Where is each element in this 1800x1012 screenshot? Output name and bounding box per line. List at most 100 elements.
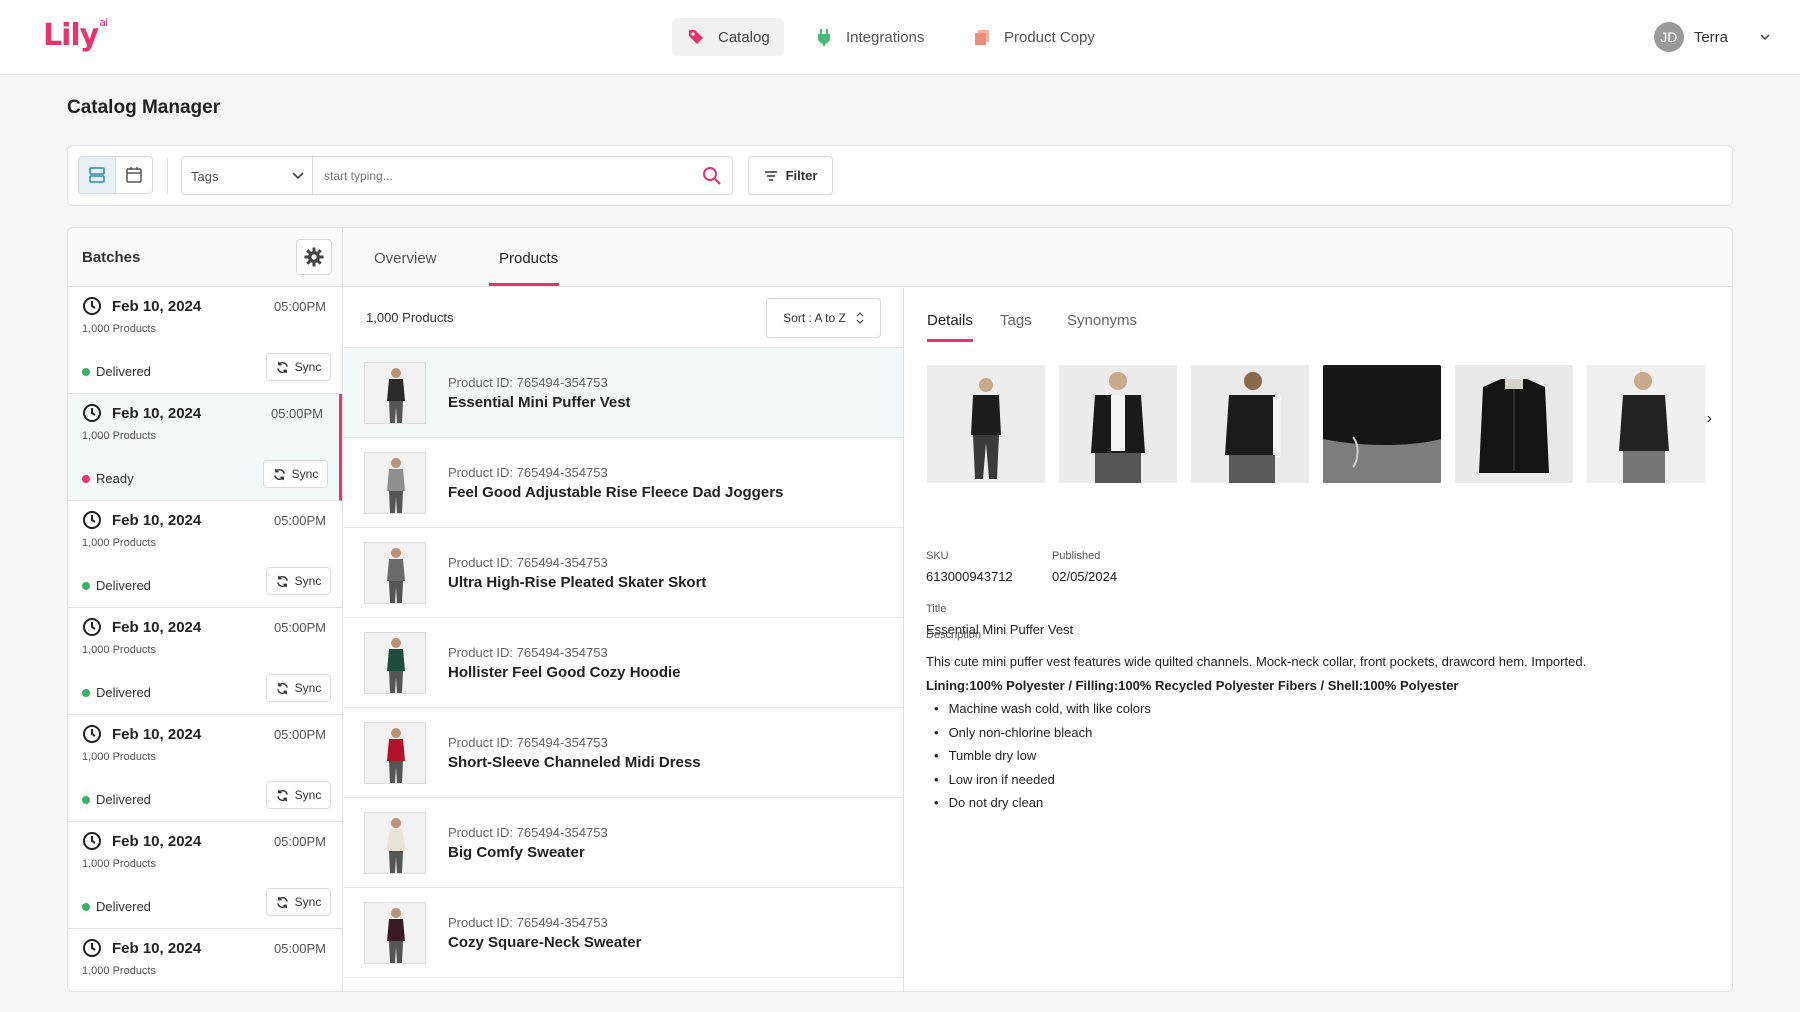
sync-button[interactable]: Sync — [266, 781, 331, 809]
description-body: This cute mini puffer vest features wide… — [926, 650, 1716, 815]
tab-products[interactable]: Products — [499, 250, 558, 267]
calendar-view-button[interactable] — [116, 157, 152, 193]
batch-time: 05:00PM — [270, 406, 323, 421]
product-row[interactable]: Product ID: 765494-354753 Short-Sleeve C… — [344, 708, 903, 798]
product-details-panel: Details Tags Synonyms › SKU 613000943712… — [905, 288, 1732, 991]
product-thumbnail — [364, 632, 426, 694]
materials-text: Lining:100% Polyester / Filling:100% Rec… — [926, 677, 1459, 693]
plug-icon — [814, 27, 834, 47]
status-dot — [82, 689, 90, 697]
care-item: Only non-chlorine bleach — [934, 721, 1716, 745]
batch-status: Ready — [96, 471, 134, 486]
product-thumbnail — [364, 722, 426, 784]
batch-item[interactable]: Feb 10, 2024 05:00PM 1,000 Products Read… — [68, 394, 342, 501]
user-menu[interactable]: JD Terra — [1653, 22, 1770, 52]
product-image[interactable] — [1587, 365, 1705, 483]
care-item: Low iron if needed — [934, 768, 1716, 792]
lily-ai-logo[interactable]: Lilyai — [43, 16, 108, 53]
product-id: Product ID: 765494-354753 — [448, 645, 608, 660]
product-row[interactable]: Product ID: 765494-354753 Big Comfy Swea… — [344, 798, 903, 888]
sync-button[interactable]: Sync — [266, 888, 331, 916]
product-row[interactable]: Product ID: 765494-354753 Essential Mini… — [344, 348, 903, 438]
sync-button[interactable]: Sync — [266, 674, 331, 702]
status-dot — [82, 796, 90, 804]
chevron-down-icon — [292, 168, 304, 183]
product-row[interactable]: Product ID: 765494-354753 Ultra High-Ris… — [344, 528, 903, 618]
batch-item[interactable]: Feb 10, 2024 05:00PM 1,000 Products Deli… — [68, 501, 342, 608]
top-navigation-bar: Lilyai Catalog Integrations Product Copy… — [0, 0, 1800, 75]
sync-button[interactable]: Sync — [263, 460, 328, 488]
user-name: Terra — [1693, 28, 1728, 46]
product-name: Short-Sleeve Channeled Midi Dress — [448, 754, 701, 771]
tab-synonyms[interactable]: Synonyms — [1067, 312, 1137, 329]
batch-product-count: 1,000 Products — [82, 644, 156, 656]
product-row[interactable]: Product ID: 765494-354753 Hollister Feel… — [344, 618, 903, 708]
product-row[interactable]: Product ID: 765494-354753 Feel Good Adju… — [344, 438, 903, 528]
batch-time: 05:00PM — [273, 727, 326, 742]
status-dot — [82, 903, 90, 911]
settings-button[interactable] — [296, 239, 332, 275]
sort-select[interactable]: Sort : A to Z — [766, 298, 881, 338]
product-row[interactable]: Product ID: 765494-354753 Cozy Square-Ne… — [344, 888, 903, 978]
product-image-gallery — [927, 365, 1712, 483]
status-dot — [82, 582, 90, 590]
batch-item[interactable]: Feb 10, 2024 05:00PM 1,000 Products Deli… — [68, 715, 342, 822]
batch-product-count: 1,000 Products — [82, 323, 156, 335]
batch-date: Feb 10, 2024 — [112, 940, 202, 957]
batch-status: Delivered — [96, 364, 151, 379]
batch-status: Delivered — [96, 792, 151, 807]
product-id: Product ID: 765494-354753 — [448, 735, 608, 750]
batch-date: Feb 10, 2024 — [112, 619, 202, 636]
batch-list: Feb 10, 2024 05:00PM 1,000 Products Deli… — [68, 287, 342, 991]
product-image[interactable] — [927, 365, 1045, 483]
status-dot — [82, 475, 90, 483]
gear-icon — [304, 247, 324, 267]
copy-icon — [972, 27, 992, 47]
tab-tags[interactable]: Tags — [1000, 312, 1032, 329]
filter-button[interactable]: Filter — [748, 156, 833, 195]
published-label: Published — [1052, 550, 1101, 562]
catalog-panel: Batches Feb 10, 2024 05:00PM 1,000 Produ… — [67, 227, 1733, 992]
sync-button[interactable]: Sync — [266, 353, 331, 381]
product-list: Product ID: 765494-354753 Essential Mini… — [344, 348, 903, 978]
nav-catalog[interactable]: Catalog — [672, 18, 784, 56]
care-item: Do not dry clean — [934, 791, 1716, 815]
batch-date: Feb 10, 2024 — [112, 512, 202, 529]
batch-item[interactable]: Feb 10, 2024 05:00PM 1,000 Products Deli… — [68, 287, 342, 394]
gallery-next-arrow-icon[interactable]: › — [1707, 410, 1712, 428]
product-image[interactable] — [1191, 365, 1309, 483]
product-name: Hollister Feel Good Cozy Hoodie — [448, 664, 681, 681]
status-dot — [82, 368, 90, 376]
sync-icon — [276, 682, 288, 694]
batch-time: 05:00PM — [273, 834, 326, 849]
product-name: Essential Mini Puffer Vest — [448, 394, 631, 411]
search-icon[interactable] — [702, 166, 722, 191]
batch-product-count: 1,000 Products — [82, 751, 156, 763]
clock-icon — [82, 510, 102, 535]
sync-icon — [276, 896, 288, 908]
description-text: This cute mini puffer vest features wide… — [926, 654, 1587, 669]
batch-item[interactable]: Feb 10, 2024 05:00PM 1,000 Products — [68, 929, 342, 991]
product-id: Product ID: 765494-354753 — [448, 555, 608, 570]
tab-details[interactable]: Details — [927, 312, 973, 329]
tab-overview[interactable]: Overview — [374, 250, 437, 267]
list-view-button[interactable] — [79, 157, 116, 193]
search-toolbar: Tags Filter — [67, 145, 1733, 206]
product-list-panel: 1,000 Products Sort : A to Z Product ID:… — [344, 288, 904, 991]
product-image[interactable] — [1059, 365, 1177, 483]
batch-item[interactable]: Feb 10, 2024 05:00PM 1,000 Products Deli… — [68, 608, 342, 715]
search-input[interactable] — [313, 157, 673, 194]
tags-select[interactable]: Tags — [181, 156, 313, 195]
batch-status: Delivered — [96, 899, 151, 914]
product-image[interactable] — [1455, 365, 1573, 483]
title-label: Title — [926, 603, 947, 615]
nav-integrations[interactable]: Integrations — [800, 18, 938, 56]
sync-button[interactable]: Sync — [266, 567, 331, 595]
toolbar-divider — [167, 158, 168, 194]
product-image[interactable] — [1323, 365, 1441, 483]
nav-product-copy[interactable]: Product Copy — [958, 18, 1109, 56]
batch-time: 05:00PM — [273, 513, 326, 528]
clock-icon — [82, 938, 102, 963]
page-title: Catalog Manager — [67, 97, 221, 118]
batch-item[interactable]: Feb 10, 2024 05:00PM 1,000 Products Deli… — [68, 822, 342, 929]
